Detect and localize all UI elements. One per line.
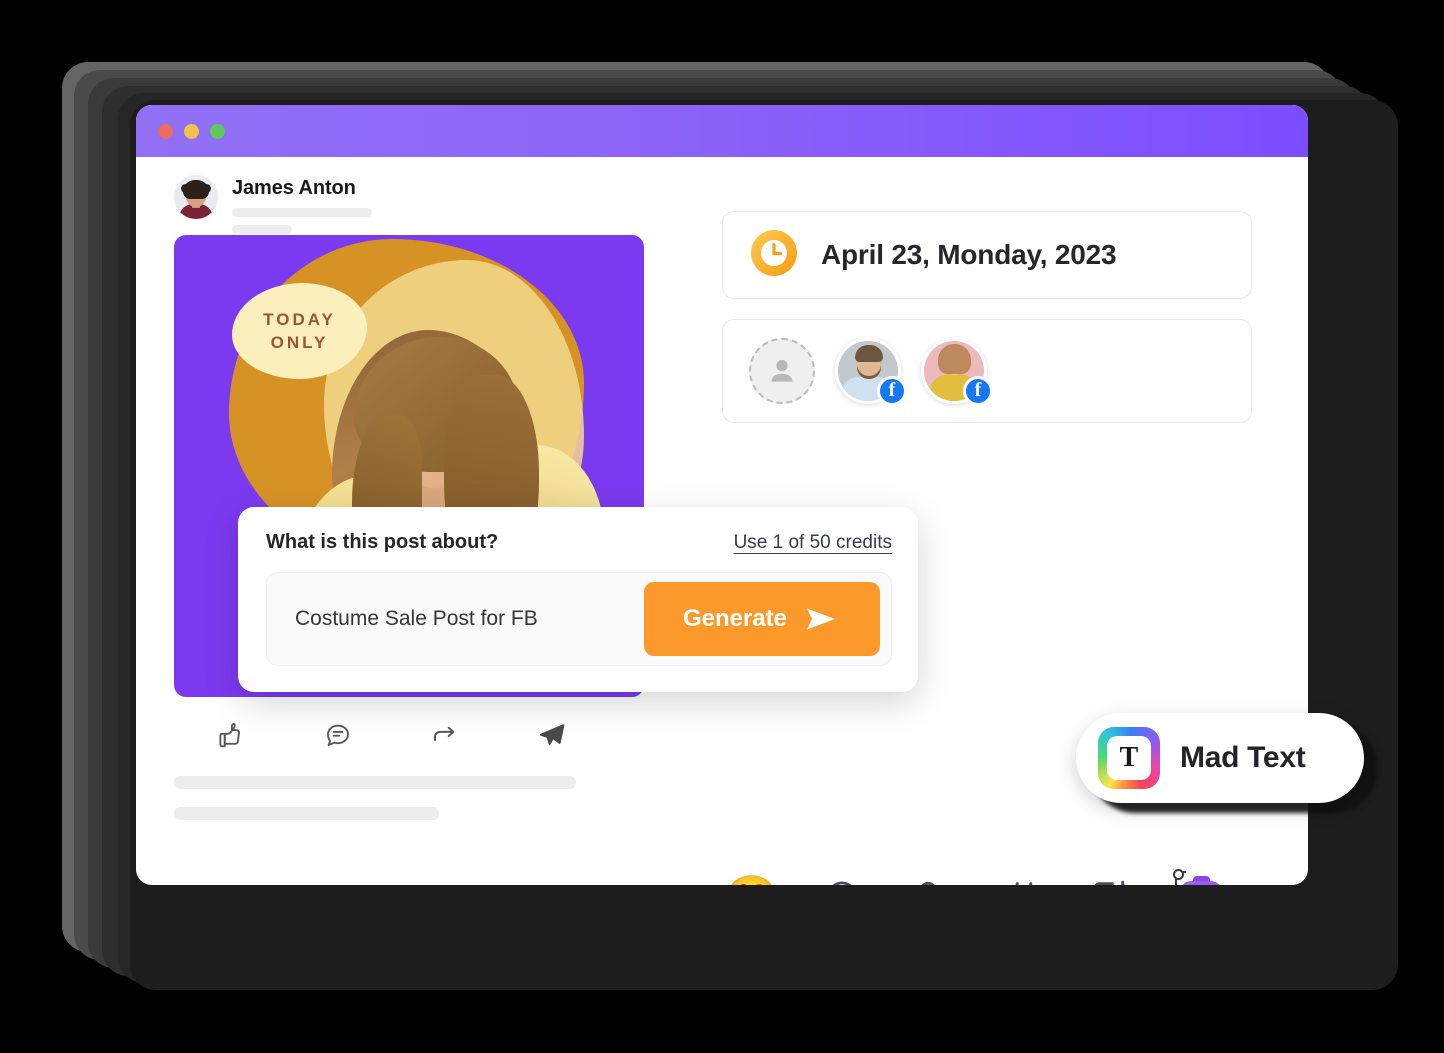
schedule-date-text: April 23, Monday, 2023 xyxy=(821,239,1117,270)
caption-line-2 xyxy=(174,807,439,820)
window-titlebar xyxy=(136,105,1308,157)
post-author-block: James Anton xyxy=(232,175,372,234)
composer-column: April 23, Monday, 2023 f f xyxy=(722,211,1252,423)
badge-line-2: ONLY xyxy=(270,333,329,352)
emoji-icon[interactable]: 😍 xyxy=(722,869,782,885)
close-button[interactable] xyxy=(158,123,173,139)
facebook-icon: f xyxy=(963,376,993,406)
share-icon[interactable] xyxy=(430,720,537,750)
composer-toolbar: 😍 xyxy=(722,869,1232,885)
post-header: James Anton xyxy=(174,175,644,234)
prompt-question: What is this post about? xyxy=(266,531,499,553)
caption-line-1 xyxy=(174,776,576,789)
post-action-bar xyxy=(174,720,644,750)
minimize-button[interactable] xyxy=(184,123,199,139)
post-meta-line-2 xyxy=(232,225,292,234)
credits-link[interactable]: Use 1 of 50 credits xyxy=(734,532,892,554)
avatar xyxy=(174,175,218,219)
like-icon[interactable] xyxy=(216,720,323,750)
post-preview-column: James Anton TODAY ONLY xyxy=(174,175,644,820)
generate-button[interactable]: Generate xyxy=(644,582,880,656)
mad-text-badge[interactable]: T Mad Text xyxy=(1076,713,1364,803)
send-icon[interactable] xyxy=(537,720,644,750)
schedule-date-panel[interactable]: April 23, Monday, 2023 xyxy=(722,211,1252,299)
account-female[interactable]: f xyxy=(921,338,993,406)
maximize-button[interactable] xyxy=(210,123,225,139)
post-author-name: James Anton xyxy=(232,177,356,199)
arrow-right-icon xyxy=(807,608,836,630)
comment-icon[interactable] xyxy=(323,720,430,750)
app-window: James Anton TODAY ONLY April 23, Monday,… xyxy=(136,105,1378,885)
generate-button-label: Generate xyxy=(682,605,788,632)
add-image-icon[interactable] xyxy=(1082,869,1142,885)
page-root: James Anton TODAY ONLY April 23, Monday,… xyxy=(0,0,1444,1053)
post-caption-skeleton xyxy=(174,776,644,820)
add-account-placeholder[interactable] xyxy=(749,338,815,404)
prompt-card-header: What is this post about? Use 1 of 50 cre… xyxy=(266,531,892,554)
tag-person-icon[interactable] xyxy=(902,869,962,885)
location-icon[interactable] xyxy=(812,869,872,885)
badge-line-1: TODAY xyxy=(263,310,336,329)
post-meta-line-1 xyxy=(232,208,372,217)
hashtag-icon[interactable] xyxy=(992,869,1052,885)
connected-accounts-panel: f f xyxy=(722,319,1252,423)
prompt-input-row: Costume Sale Post for FB Generate xyxy=(266,572,892,666)
mad-text-label: Mad Text xyxy=(1180,741,1306,774)
camera-app-icon[interactable] xyxy=(1172,869,1232,885)
clock-icon xyxy=(749,228,799,283)
account-male[interactable]: f xyxy=(835,338,907,406)
madtext-icon-letter: T xyxy=(1107,736,1151,780)
madtext-rainbow-icon: T xyxy=(1098,727,1160,789)
mad-text-badge-wrap: T Mad Text xyxy=(1076,713,1378,813)
ai-prompt-card: What is this post about? Use 1 of 50 cre… xyxy=(238,507,918,692)
prompt-input[interactable]: Costume Sale Post for FB xyxy=(295,607,538,631)
facebook-icon: f xyxy=(877,376,907,406)
